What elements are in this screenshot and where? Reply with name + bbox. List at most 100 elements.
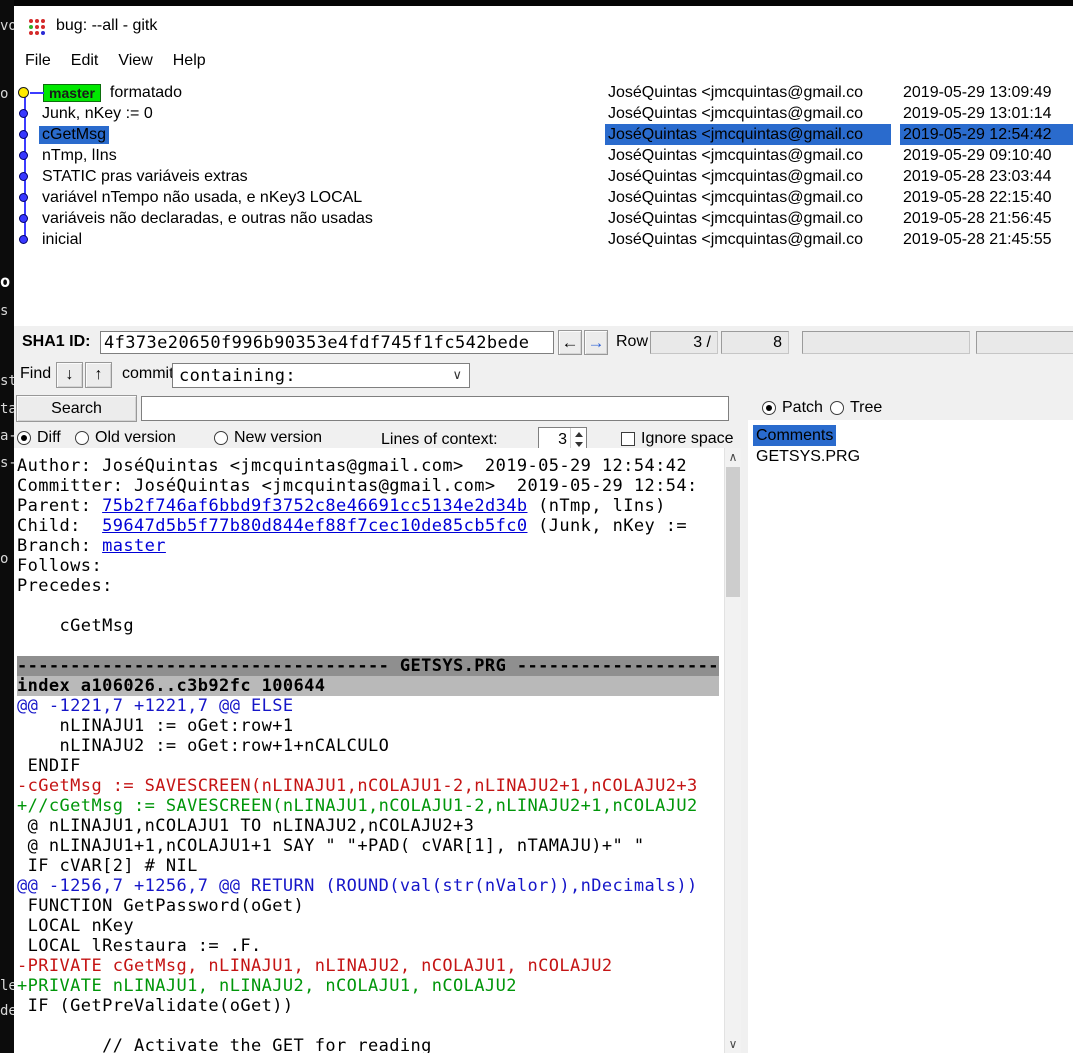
- commit-row[interactable]: variáveis não declaradas, e outras não u…: [14, 208, 596, 229]
- diff-text-segment: FUNCTION GetPassword(oGet): [17, 896, 304, 916]
- diff-text-segment: IF cVAR[2] # NIL: [17, 856, 198, 876]
- diff-line-ctx: IF (GetPreValidate(oGet)): [17, 996, 724, 1016]
- diff-radio[interactable]: Diff: [17, 429, 61, 447]
- sha-link[interactable]: master: [102, 536, 166, 556]
- diff-text-segment: cGetMsg: [17, 616, 134, 636]
- old-version-radio[interactable]: Old version: [75, 429, 176, 447]
- menu-edit[interactable]: Edit: [62, 49, 108, 73]
- commit-row[interactable]: inicial: [14, 229, 596, 250]
- commit-date[interactable]: 2019-05-29 13:01:14: [900, 103, 1073, 124]
- diff-text-segment: ----------------------------------- GETS…: [17, 656, 719, 676]
- commit-author[interactable]: JoséQuintas <jmcquintas@gmail.co: [605, 103, 891, 124]
- title-bar[interactable]: bug: --all - gitk: [14, 6, 1073, 46]
- diff-text-segment: Child:: [17, 516, 102, 536]
- menu-view[interactable]: View: [109, 49, 161, 73]
- file-list-item[interactable]: GETSYS.PRG: [753, 446, 863, 467]
- ignore-space-checkbox[interactable]: Ignore space: [621, 430, 734, 448]
- match-mode-select[interactable]: containing: ∨: [172, 363, 470, 388]
- commit-author[interactable]: JoséQuintas <jmcquintas@gmail.co: [605, 208, 891, 229]
- commit-date[interactable]: 2019-05-28 21:45:55: [900, 229, 1073, 250]
- commit-node-icon: [19, 151, 28, 160]
- scrollbar-thumb[interactable]: [726, 467, 740, 597]
- forward-arrow-icon: →: [588, 333, 605, 353]
- background-text-fragment: s (: [0, 303, 14, 319]
- commit-date[interactable]: 2019-05-29 13:09:49: [900, 82, 1073, 103]
- commit-author[interactable]: JoséQuintas <jmcquintas@gmail.co: [605, 82, 891, 103]
- diff-text-segment: Committer: JoséQuintas <jmcquintas@gmail…: [17, 476, 698, 496]
- diff-radio-label: Diff: [37, 429, 61, 447]
- commit-row[interactable]: cGetMsg: [14, 124, 596, 145]
- commit-date[interactable]: 2019-05-29 09:10:40: [900, 145, 1073, 166]
- find-next-button[interactable]: ↓: [56, 362, 83, 388]
- status-field-left: [802, 331, 970, 354]
- branch-ref-tag[interactable]: master: [43, 84, 101, 102]
- commit-author[interactable]: JoséQuintas <jmcquintas@gmail.co: [605, 166, 891, 187]
- background-window-strip: vooos (sttaa-s-olede: [0, 0, 14, 1053]
- file-list-item[interactable]: Comments: [753, 425, 836, 446]
- lower-pane: Search Patch Tree Diff Old version New v…: [14, 390, 1073, 1053]
- commit-author[interactable]: JoséQuintas <jmcquintas@gmail.co: [605, 145, 891, 166]
- new-version-radio[interactable]: New version: [214, 429, 322, 447]
- patch-radio[interactable]: Patch: [762, 399, 823, 417]
- diff-line-blank: [17, 1016, 724, 1036]
- commit-date[interactable]: 2019-05-29 12:54:42: [900, 124, 1073, 145]
- diff-text-segment: -cGetMsg := SAVESCREEN(nLINAJU1,nCOLAJU1…: [17, 776, 698, 796]
- nav-back-button[interactable]: ←: [558, 330, 582, 355]
- diff-line-del: -PRIVATE cGetMsg, nLINAJU1, nLINAJU2, nC…: [17, 956, 724, 976]
- commit-graph-pane[interactable]: masterformatadoJunk, nKey := 0cGetMsgnTm…: [14, 76, 596, 326]
- commit-author[interactable]: JoséQuintas <jmcquintas@gmail.co: [605, 124, 891, 145]
- diff-text-segment: index a106026..c3b92fc 100644: [17, 676, 325, 696]
- diff-line-blank: [17, 596, 724, 616]
- diff-line-meta: Committer: JoséQuintas <jmcquintas@gmail…: [17, 476, 724, 496]
- commit-date[interactable]: 2019-05-28 23:03:44: [900, 166, 1073, 187]
- menu-file[interactable]: File: [16, 49, 60, 73]
- background-text-fragment: ta: [0, 401, 14, 417]
- sha1-id-input[interactable]: [100, 331, 554, 354]
- scroll-up-button[interactable]: ∧: [725, 448, 741, 466]
- diff-scrollbar[interactable]: ∧ ∨: [724, 448, 741, 1053]
- diff-line-ctx: ENDIF: [17, 756, 724, 776]
- search-input[interactable]: [141, 396, 729, 421]
- commit-date[interactable]: 2019-05-28 21:56:45: [900, 208, 1073, 229]
- menu-help[interactable]: Help: [164, 49, 215, 73]
- commit-author[interactable]: JoséQuintas <jmcquintas@gmail.co: [605, 229, 891, 250]
- diff-text-segment: @ nLINAJU1,nCOLAJU1 TO nLINAJU2,nCOLAJU2…: [17, 816, 474, 836]
- nav-forward-button[interactable]: →: [584, 330, 608, 355]
- diff-view[interactable]: Author: JoséQuintas <jmcquintas@gmail.co…: [14, 448, 724, 1053]
- commit-date[interactable]: 2019-05-28 22:15:40: [900, 187, 1073, 208]
- commit-label: commit: [122, 365, 174, 383]
- diff-text-segment: IF (GetPreValidate(oGet)): [17, 996, 294, 1016]
- sha-link[interactable]: 59647d5b5f77b80d844ef88f7cec10de85cb5fc0: [102, 516, 527, 536]
- commit-row[interactable]: Junk, nKey := 0: [14, 103, 596, 124]
- diff-line-meta: Author: JoséQuintas <jmcquintas@gmail.co…: [17, 456, 724, 476]
- diff-text-segment: Author: JoséQuintas <jmcquintas@gmail.co…: [17, 456, 687, 476]
- tree-radio[interactable]: Tree: [830, 399, 882, 417]
- file-list[interactable]: CommentsGETSYS.PRG: [748, 420, 1073, 1053]
- down-arrow-icon: ↓: [66, 366, 74, 384]
- commit-author[interactable]: JoséQuintas <jmcquintas@gmail.co: [605, 187, 891, 208]
- commit-date-pane[interactable]: 2019-05-29 13:09:492019-05-29 13:01:1420…: [900, 76, 1073, 326]
- sha-link[interactable]: 75b2f746af6bbd9f3752c8e46691cc5134e2d34b: [102, 496, 527, 516]
- radio-ring-icon: [17, 431, 31, 445]
- commit-node-icon: [19, 214, 28, 223]
- background-text-fragment: o: [0, 551, 8, 567]
- ignore-space-label: Ignore space: [641, 430, 734, 448]
- commit-author-pane[interactable]: JoséQuintas <jmcquintas@gmail.coJoséQuin…: [605, 76, 891, 326]
- search-button[interactable]: Search: [16, 395, 137, 422]
- commit-subject: variáveis não declaradas, e outras não u…: [42, 210, 373, 228]
- commit-list: masterformatadoJunk, nKey := 0cGetMsgnTm…: [14, 76, 1073, 326]
- commit-row[interactable]: variável nTempo não usada, e nKey3 LOCAL: [14, 187, 596, 208]
- menu-bar: File Edit View Help: [14, 46, 1073, 76]
- sha-bar: SHA1 ID: ← → Row 3 / 8: [14, 326, 1073, 360]
- diff-text-segment: // Activate the GET for reading: [17, 1036, 432, 1053]
- diff-text-segment: @@ -1256,7 +1256,7 @@ RETURN (ROUND(val(…: [17, 876, 698, 896]
- commit-row[interactable]: masterformatado: [14, 82, 596, 103]
- find-prev-button[interactable]: ↑: [85, 362, 112, 388]
- scroll-down-button[interactable]: ∨: [725, 1035, 741, 1053]
- background-text-fragment: s-: [0, 455, 14, 471]
- background-text-fragment: le: [0, 978, 14, 994]
- commit-row[interactable]: STATIC pras variáveis extras: [14, 166, 596, 187]
- diff-line-ctx: // Activate the GET for reading: [17, 1036, 724, 1053]
- radio-ring-icon: [75, 431, 89, 445]
- commit-row[interactable]: nTmp, lIns: [14, 145, 596, 166]
